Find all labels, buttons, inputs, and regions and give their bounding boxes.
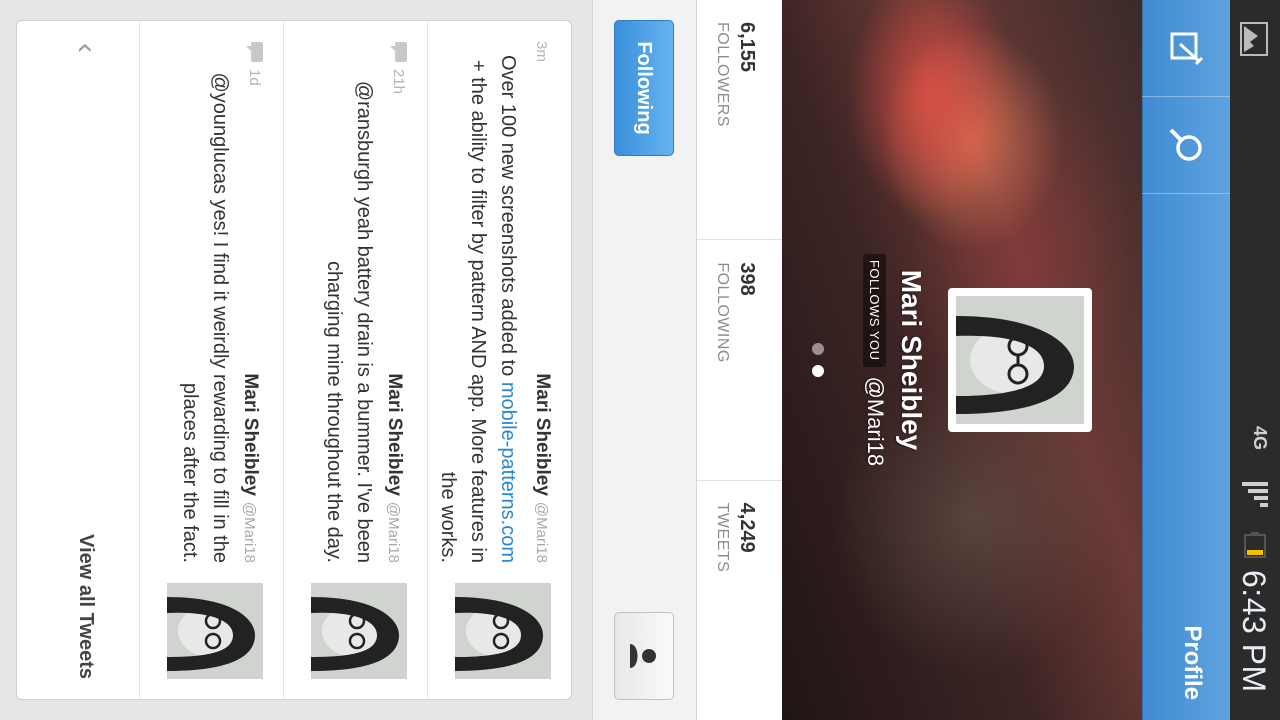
tweet-age: 1d [246, 69, 264, 86]
stat-number: 6,155 [736, 22, 758, 73]
page-title: Profile [1179, 625, 1206, 700]
page-dot-2 [812, 343, 824, 355]
search-icon [1169, 128, 1202, 161]
status-time: 6:43 PM [1236, 570, 1272, 693]
tweet-text-part: + the ability to filter by pattern AND a… [437, 59, 489, 563]
view-all-tweets-label: View all Tweets [75, 534, 97, 679]
tweet-age: 21h [390, 69, 408, 95]
search-button[interactable] [1142, 97, 1230, 193]
stat-label: FOLLOWERS [714, 22, 731, 127]
tweet-username: @Mari18 [241, 501, 258, 563]
profile-handle: @Mari18 [863, 376, 888, 467]
page-dot-1 [812, 365, 824, 377]
stat-tweets[interactable]: 4,249 TWEETS [697, 481, 782, 720]
battery-icon [1244, 532, 1266, 558]
tweet-author: Mari Sheibley [240, 373, 261, 496]
profile-name: Mari Sheibley [896, 269, 927, 451]
tweet-avatar [167, 583, 263, 679]
tweet-username: @Mari18 [533, 501, 550, 563]
follows-you-badge: FOLLOWS YOU [863, 253, 887, 367]
stat-label: FOLLOWING [714, 262, 731, 363]
view-all-tweets-row[interactable]: ‹ View all Tweets [16, 21, 139, 699]
compose-icon [1170, 32, 1204, 66]
stat-number: 4,249 [736, 502, 758, 553]
handle-row: FOLLOWS YOU @Mari18 [862, 0, 888, 720]
app-root: 6:43 PM 4G Profile Mari Sheibley FOLLOWS… [0, 0, 1280, 720]
tweet-meta: 1d Mari Sheibley @Mari18 [239, 41, 265, 563]
stat-following[interactable]: 398 FOLLOWING [697, 240, 782, 481]
tweet-item[interactable]: 3m Mari Sheibley @Mari18 Over 100 new sc… [427, 21, 571, 699]
conversation-icon [246, 42, 263, 62]
tweet-text: @younglucas yes! I find it weirdly rewar… [179, 72, 231, 563]
status-bar: 6:43 PM 4G [1230, 0, 1280, 720]
tweet-age-wrap: 21h [389, 41, 409, 94]
tweet-avatar [455, 583, 551, 679]
tweet-meta: 21h Mari Sheibley @Mari18 [383, 41, 409, 563]
tweet-age: 3m [533, 41, 550, 62]
tweet-meta: 3m Mari Sheibley @Mari18 [531, 41, 553, 563]
action-bar: Profile [1142, 0, 1230, 720]
compose-button[interactable] [1142, 0, 1230, 96]
tweet-author: Mari Sheibley [384, 373, 405, 496]
tweet-text: Over 100 new screenshots added to mobile… [433, 41, 523, 563]
tweet-age-wrap: 3m [533, 41, 550, 62]
page-indicator [812, 0, 824, 720]
tweet-text-part: Over 100 new screenshots added to [497, 54, 519, 382]
tweet-link[interactable]: mobile-patterns.com [497, 382, 519, 563]
tweet-age-wrap: 1d [245, 41, 265, 86]
conversation-icon [390, 42, 407, 62]
profile-stats: 6,155 FOLLOWERS 398 FOLLOWING 4,249 TWEE… [696, 0, 782, 720]
profile-header: Mari Sheibley FOLLOWS YOU @Mari18 [782, 0, 1142, 720]
stat-number: 398 [736, 262, 758, 296]
picture-notification-icon [1240, 22, 1268, 56]
tweet-author-wrap: Mari Sheibley @Mari18 [531, 373, 553, 563]
profile-avatar[interactable] [948, 288, 1092, 432]
avatar [956, 296, 1084, 424]
stat-followers[interactable]: 6,155 FOLLOWERS [697, 0, 782, 241]
tweet-text: @ransburgh yeah battery drain is a bumme… [323, 80, 375, 563]
tweet-author-wrap: Mari Sheibley @Mari18 [383, 373, 405, 563]
user-actions-button[interactable] [614, 612, 674, 700]
signal-icon [1242, 482, 1268, 507]
user-icon [630, 644, 656, 668]
tweet-item[interactable]: 21h Mari Sheibley @Mari18 @ransburgh yea… [283, 21, 427, 699]
tweet-author: Mari Sheibley [532, 373, 553, 496]
profile-actions: Following [592, 0, 696, 720]
following-button[interactable]: Following [614, 20, 674, 156]
chevron-right-icon: ‹ [70, 43, 103, 53]
recent-tweets-card: 3m Mari Sheibley @Mari18 Over 100 new sc… [16, 20, 572, 700]
stat-label: TWEETS [714, 502, 731, 573]
tweet-item[interactable]: 1d Mari Sheibley @Mari18 @younglucas yes… [139, 21, 283, 699]
network-indicator: 4G [1250, 426, 1270, 451]
tweet-author-wrap: Mari Sheibley @Mari18 [239, 373, 261, 563]
tweet-avatar [311, 583, 407, 679]
tweet-username: @Mari18 [385, 501, 402, 563]
